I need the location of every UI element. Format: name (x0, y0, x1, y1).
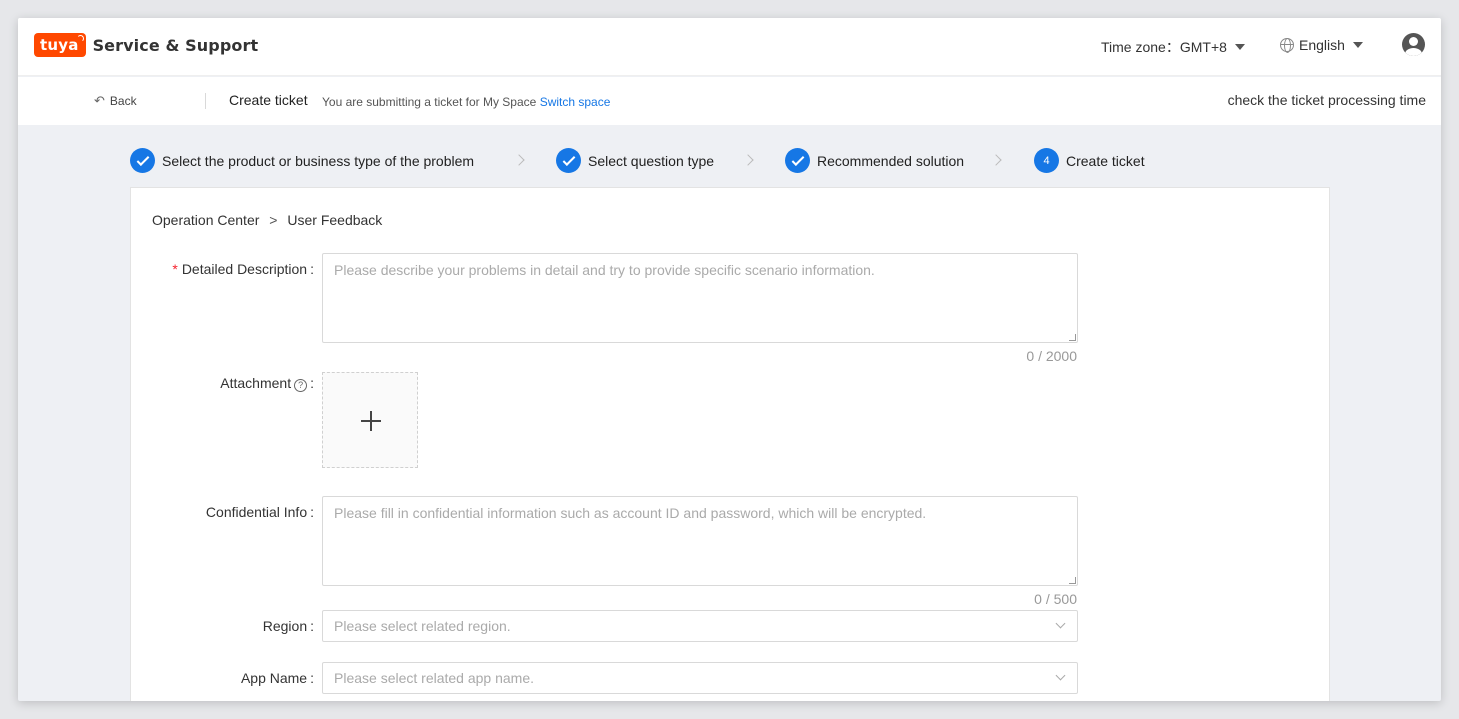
step-label: Select the product or business type of t… (162, 152, 475, 169)
chevron-right-icon (990, 154, 1002, 166)
region-label-text: Region (262, 618, 308, 634)
colon: : (310, 618, 314, 634)
breadcrumb-separator: > (269, 212, 278, 228)
language-value: English (1299, 37, 1345, 53)
app-name-placeholder: Please select related app name. (334, 670, 535, 686)
confidential-label-text: Confidential Info (205, 504, 308, 520)
confidential-textarea[interactable] (322, 496, 1078, 586)
breadcrumb-current: User Feedback (287, 212, 383, 228)
divider (205, 93, 206, 109)
upload-attachment-button[interactable] (322, 372, 418, 468)
colon: : (310, 504, 314, 520)
check-icon (785, 148, 810, 173)
tuya-logo-badge: tuya (34, 33, 86, 57)
chevron-down-icon (1055, 670, 1066, 681)
chevron-down-icon (1055, 618, 1066, 629)
chevron-right-icon (513, 154, 525, 166)
confidential-label: Confidential Info: (206, 504, 314, 520)
globe-icon (1280, 38, 1294, 53)
tuya-logo[interactable]: tuya Service & Support (34, 32, 258, 58)
logo-wifi-icon (76, 35, 84, 42)
page-title: Create ticket (229, 92, 308, 108)
step-number-badge: 4 (1034, 148, 1059, 173)
description-char-counter: 0 / 2000 (1026, 348, 1077, 364)
caret-down-icon (1352, 42, 1363, 48)
switch-space-link[interactable]: Switch space (540, 95, 611, 109)
region-select[interactable]: Please select related region. (322, 610, 1078, 642)
attachment-label: Attachment?: (220, 375, 314, 392)
colon: : (310, 670, 314, 686)
region-label: Region: (263, 618, 314, 634)
product-name: Service & Support (92, 35, 259, 55)
logo-text: tuya (40, 36, 79, 54)
back-label: Back (109, 94, 137, 108)
step-1: Select the product or business type of t… (130, 148, 474, 173)
progress-steps: Select the product or business type of t… (130, 148, 1330, 174)
page-subheader: ↶ Back Create ticket You are submitting … (18, 77, 1441, 125)
app-name-label-text: App Name (240, 670, 308, 686)
browser-window: tuya Service & Support Time zone： GMT+8 … (18, 18, 1441, 701)
required-mark: * (172, 261, 178, 277)
timezone-selector[interactable]: Time zone： GMT+8 (1101, 37, 1245, 57)
undo-arrow-icon: ↶ (94, 93, 105, 108)
caret-down-icon (1234, 44, 1245, 50)
timezone-value: GMT+8 (1179, 39, 1227, 55)
language-selector[interactable]: English (1280, 37, 1363, 53)
check-icon (130, 148, 155, 173)
description-textarea[interactable] (322, 253, 1078, 343)
breadcrumb-parent[interactable]: Operation Center (152, 212, 259, 228)
step-3: Recommended solution (785, 148, 964, 173)
colon: : (310, 261, 314, 277)
step-4: 4 Create ticket (1034, 148, 1145, 173)
app-name-label: App Name: (241, 670, 314, 686)
attachment-label-text: Attachment (220, 375, 292, 391)
check-icon (556, 148, 581, 173)
colon: : (310, 375, 314, 391)
confidential-char-counter: 0 / 500 (1034, 591, 1077, 607)
resize-handle-icon[interactable] (1069, 334, 1076, 341)
resize-handle-icon[interactable] (1069, 577, 1076, 584)
description-label: * Detailed Description: (172, 261, 314, 277)
step-label: Recommended solution (817, 152, 965, 169)
help-question-icon[interactable]: ? (294, 379, 308, 392)
region-placeholder: Please select related region. (334, 618, 511, 634)
space-note: You are submitting a ticket for My Space… (322, 95, 610, 109)
description-label-text: Detailed Description (181, 261, 308, 277)
step-label: Select question type (588, 152, 715, 169)
space-note-text: You are submitting a ticket for My Space (322, 95, 537, 109)
user-avatar-icon[interactable] (1402, 33, 1425, 56)
top-navbar: tuya Service & Support Time zone： GMT+8 … (18, 18, 1441, 76)
plus-icon (370, 411, 372, 431)
chevron-right-icon (742, 154, 754, 166)
check-processing-time-link[interactable]: check the ticket processing time (1228, 92, 1426, 108)
ticket-form-card: Operation Center > User Feedback * Detail… (130, 187, 1330, 701)
step-2: Select question type (556, 148, 714, 173)
breadcrumb: Operation Center > User Feedback (152, 212, 382, 228)
back-button[interactable]: ↶ Back (94, 93, 137, 109)
timezone-label: Time zone： (1101, 39, 1180, 55)
step-label: Create ticket (1066, 152, 1145, 169)
app-name-select[interactable]: Please select related app name. (322, 662, 1078, 694)
